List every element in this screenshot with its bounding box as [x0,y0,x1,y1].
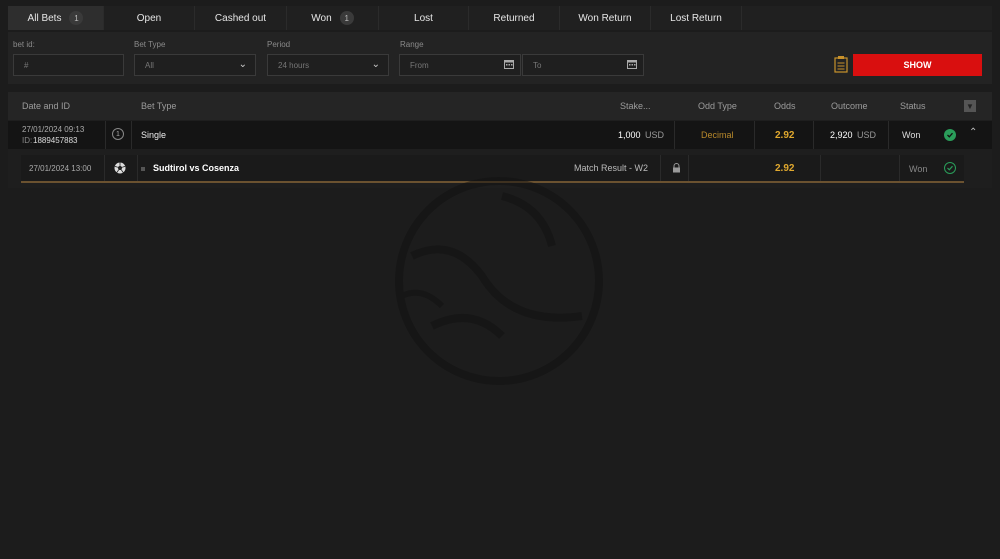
bet-id-label: bet id: [13,40,35,49]
header-status: Status [900,101,926,111]
tab-open[interactable]: Open [104,6,195,30]
tab-count-badge: 1 [339,11,354,25]
tab-lost-return[interactable]: Lost Return [651,6,742,30]
chevron-down-icon: ⌄ [371,59,380,70]
divider [131,121,132,149]
tab-label: Open [136,12,162,24]
expand-all-toggle[interactable]: ▼ [964,100,976,112]
selection-count-badge: 1 [112,128,124,140]
tab-cashed-out[interactable]: Cashed out [195,6,287,30]
lock-icon [673,163,680,173]
won-check-icon [944,129,956,141]
calendar-icon [504,60,514,69]
divider [754,121,755,149]
tab-label: Returned [493,12,535,24]
bet-status-tabs: All Bets 1 Open Cashed out Won 1 Lost Re… [8,6,992,30]
divider [888,121,889,149]
calendar-icon [627,60,637,69]
tab-label: All Bets [27,12,62,24]
won-check-outline-icon [944,162,956,174]
odds-value: 2.92 [775,130,795,141]
bet-row[interactable]: 27/01/2024 09:13 ID: 1889457883 1 Single… [8,121,992,149]
tab-won-return[interactable]: Won Return [560,6,651,30]
bet-type-select[interactable]: All ⌄ [134,54,256,76]
status-value: Won [902,130,921,140]
bet-type-label: Bet Type [134,40,166,49]
sport-icon-cell [105,155,138,181]
header-stake: Stake... [620,101,651,111]
chevron-down-icon: ⌄ [238,59,247,70]
range-from-input[interactable]: From [399,54,521,76]
selection-date-cell: 27/01/2024 13:00 [21,155,105,181]
selection-status: Won [909,164,928,174]
bet-id-input[interactable]: # [13,54,124,76]
period-label: Period [267,40,291,49]
outcome-amount: 2,920 [830,130,853,140]
stake-amount: 1,000 [618,130,641,140]
collapse-caret-icon[interactable]: ⌃ [969,127,977,138]
header-date-id: Date and ID [22,101,71,111]
tab-all-bets[interactable]: All Bets 1 [8,6,104,30]
show-button[interactable]: SHOW [853,54,982,76]
divider [674,121,675,149]
divider [660,155,661,181]
outcome-currency: USD [857,130,877,140]
header-bet-type: Bet Type [141,101,177,111]
divider [813,121,814,149]
bet-id-value: 1889457883 [33,136,78,145]
range-to-placeholder: To [533,60,542,70]
bet-id-prefix: ID: [22,136,33,145]
bets-table: Date and ID Bet Type Stake... Odd Type O… [8,92,992,188]
selection-date: 27/01/2024 13:00 [29,164,92,173]
bet-type-value: Single [141,130,167,140]
tab-label: Lost [414,12,433,24]
range-label: Range [400,40,424,49]
filter-bar: bet id: # Bet Type All ⌄ Period 24 hours… [8,32,992,84]
bet-date: 27/01/2024 09:13 [22,125,85,134]
header-outcome: Outcome [831,101,868,111]
stake-currency: USD [645,130,665,140]
watermark-logo-icon [395,177,603,385]
period-select[interactable]: 24 hours ⌄ [267,54,389,76]
header-odds: Odds [774,101,796,111]
tab-label: Cashed out [214,12,267,24]
odds-cell: 2.92 [688,155,821,181]
range-from-placeholder: From [410,60,429,70]
tab-count-badge: 1 [69,11,84,25]
match-name: Sudtirol vs Cosenza [153,163,240,173]
outcome-cell [821,155,900,181]
period-value: 24 hours [278,60,310,70]
table-header: Date and ID Bet Type Stake... Odd Type O… [8,92,992,120]
tab-label: Lost Return [670,12,722,24]
odd-type-value: Decimal [701,130,734,140]
tab-label: Won [311,12,332,24]
range-to-input[interactable]: To [522,54,644,76]
header-odd-type: Odd Type [698,101,737,111]
tab-label: Won Return [578,12,632,24]
tabs-filler [742,6,992,30]
tab-won[interactable]: Won 1 [287,6,379,30]
selection-odds: 2.92 [775,163,795,174]
tab-returned[interactable]: Returned [469,6,560,30]
live-dot-icon [141,167,145,171]
bet-type-value: All [145,60,154,70]
market-name: Match Result - W2 [574,163,649,173]
divider [105,121,106,149]
clipboard-icon[interactable] [834,55,848,73]
tab-lost[interactable]: Lost [379,6,469,30]
bet-id-placeholder: # [24,60,29,70]
